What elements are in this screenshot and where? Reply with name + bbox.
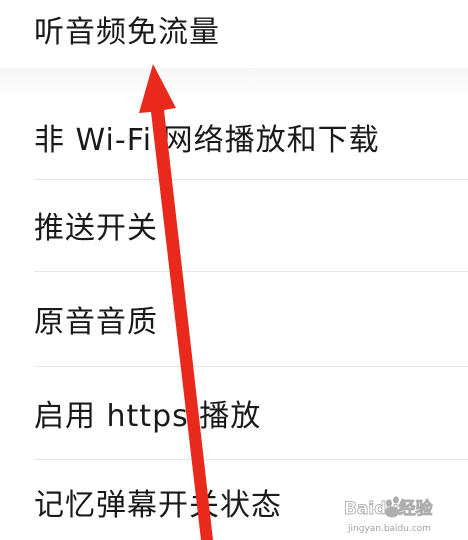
settings-item-non-wifi-play-download[interactable]: 非 Wi-Fi 网络播放和下载 [0, 95, 468, 179]
settings-item-label: 启用 https 播放 [34, 399, 262, 434]
settings-item-push-toggle[interactable]: 推送开关 [0, 180, 468, 270]
settings-item-label: 记忆弹幕开关状态 [34, 488, 282, 523]
settings-item-free-audio-data[interactable]: 听音频免流量 [0, 0, 468, 62]
settings-item-label: 听音频免流量 [34, 15, 220, 50]
settings-item-original-audio-quality[interactable]: 原音音质 [0, 272, 468, 366]
baidu-jingyan-watermark: Baidu经验 jingyan.baidu.com [344, 496, 434, 534]
settings-item-https-playback[interactable]: 启用 https 播放 [0, 367, 468, 459]
settings-item-label: 推送开关 [34, 211, 158, 246]
settings-screen: 听音频免流量 非 Wi-Fi 网络播放和下载 推送开关 原音音质 启用 http… [0, 0, 468, 540]
settings-item-label: 非 Wi-Fi 网络播放和下载 [34, 123, 380, 158]
watermark-url: jingyan.baidu.com [347, 524, 431, 534]
section-separator [0, 68, 468, 92]
watermark-brand: Baidu经验 [344, 498, 434, 519]
settings-item-label: 原音音质 [34, 305, 158, 340]
